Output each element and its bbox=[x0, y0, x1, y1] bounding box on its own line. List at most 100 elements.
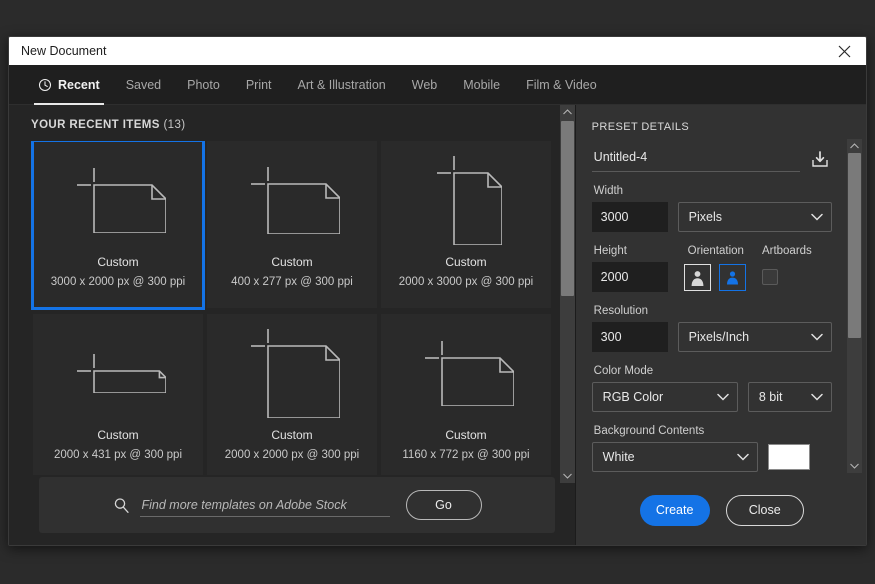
chevron-down-icon bbox=[810, 393, 823, 401]
tab-label: Web bbox=[411, 77, 438, 92]
stock-search-input[interactable] bbox=[139, 493, 390, 517]
background-contents-select[interactable]: White bbox=[591, 442, 758, 472]
tab-print[interactable]: Print bbox=[233, 65, 285, 105]
bit-depth-value: 8 bit bbox=[758, 390, 783, 404]
recent-items-grid: Custom 3000 x 2000 px @ 300 ppi Custom 400 … bbox=[9, 141, 554, 475]
height-orientation-labels-row: Height Orientation Artboards bbox=[592, 232, 832, 262]
background-contents-label: Background Contents bbox=[593, 425, 705, 437]
scroll-thumb[interactable] bbox=[561, 121, 574, 296]
resolution-input[interactable] bbox=[591, 322, 668, 352]
recent-item-thumbnail bbox=[381, 314, 551, 426]
color-mode-select[interactable]: RGB Color bbox=[591, 382, 738, 412]
chevron-down-icon bbox=[810, 213, 823, 221]
tab-label: Film & Video bbox=[526, 77, 597, 92]
tab-label: Print bbox=[245, 77, 272, 92]
window-title: New Document bbox=[21, 44, 107, 58]
height-input[interactable] bbox=[591, 262, 668, 292]
scroll-thumb[interactable] bbox=[848, 153, 861, 338]
recent-item-thumbnail bbox=[33, 314, 203, 426]
width-unit-select[interactable]: Pixels bbox=[677, 202, 832, 232]
artboards-label: Artboards bbox=[761, 245, 812, 257]
category-tab-bar: Recent Saved Photo Print Art & Illustrat… bbox=[9, 65, 866, 105]
tab-mobile[interactable]: Mobile bbox=[450, 65, 513, 105]
scroll-up-icon[interactable] bbox=[560, 105, 575, 119]
recent-item-dimensions: 3000 x 2000 px @ 300 ppi bbox=[50, 276, 186, 288]
resolution-row: Pixels/Inch bbox=[591, 322, 832, 352]
recent-item-name: Custom bbox=[445, 428, 487, 442]
stock-search-go-button[interactable]: Go bbox=[405, 490, 482, 520]
resolution-unit-value: Pixels/Inch bbox=[688, 330, 750, 344]
tab-saved[interactable]: Saved bbox=[113, 65, 174, 105]
recent-item-card[interactable]: Custom 3000 x 2000 px @ 300 ppi bbox=[31, 141, 205, 310]
recent-item-name: Custom bbox=[97, 255, 139, 269]
recent-item-card[interactable]: Custom 2000 x 2000 px @ 300 ppi bbox=[207, 314, 377, 475]
recent-item-dimensions: 1160 x 772 px @ 300 ppi bbox=[402, 449, 530, 461]
width-row: Pixels bbox=[591, 202, 832, 232]
artboards-checkbox[interactable] bbox=[761, 269, 778, 285]
orientation-buttons bbox=[683, 263, 746, 291]
width-input[interactable] bbox=[591, 202, 668, 232]
color-mode-label: Color Mode bbox=[593, 365, 654, 377]
height-orientation-row bbox=[591, 262, 832, 292]
tab-photo[interactable]: Photo bbox=[174, 65, 233, 105]
chevron-down-icon bbox=[736, 453, 749, 461]
new-document-dialog: New Document Recent Saved Photo Print Ar… bbox=[8, 36, 867, 546]
tab-web[interactable]: Web bbox=[399, 65, 450, 105]
resolution-label: Resolution bbox=[593, 305, 649, 317]
recent-item-card[interactable]: Custom 400 x 277 px @ 300 ppi bbox=[207, 141, 377, 308]
close-icon[interactable] bbox=[822, 37, 866, 65]
background-color-swatch[interactable] bbox=[767, 444, 810, 470]
recent-item-thumbnail bbox=[207, 314, 377, 426]
scroll-track[interactable] bbox=[847, 153, 862, 459]
close-dialog-button[interactable]: Close bbox=[725, 494, 804, 526]
tab-label: Photo bbox=[187, 77, 220, 92]
recent-items-scrollbar[interactable] bbox=[560, 105, 575, 483]
save-preset-icon[interactable] bbox=[808, 147, 832, 171]
recent-item-name: Custom bbox=[97, 428, 139, 442]
preset-details-pane: PRESET DETAILS Width Pi bbox=[574, 105, 866, 545]
resolution-unit-select[interactable]: Pixels/Inch bbox=[677, 322, 832, 352]
tab-label: Recent bbox=[58, 77, 100, 92]
background-contents-value: White bbox=[602, 450, 635, 464]
document-preset-icon bbox=[77, 354, 166, 393]
document-preset-icon bbox=[437, 156, 502, 245]
height-label: Height bbox=[593, 245, 627, 257]
portrait-orientation-icon[interactable] bbox=[683, 263, 711, 291]
recent-item-dimensions: 2000 x 3000 px @ 300 ppi bbox=[398, 276, 534, 288]
scroll-up-icon[interactable] bbox=[847, 139, 862, 153]
recent-item-thumbnail bbox=[207, 141, 377, 253]
document-preset-icon bbox=[251, 167, 340, 234]
width-label: Width bbox=[593, 185, 624, 197]
search-icon bbox=[114, 497, 129, 513]
title-bar: New Document bbox=[9, 37, 866, 65]
landscape-orientation-icon[interactable] bbox=[718, 263, 746, 291]
scroll-down-icon[interactable] bbox=[847, 459, 862, 473]
scroll-down-icon[interactable] bbox=[560, 469, 575, 483]
recent-item-card[interactable]: Custom 1160 x 772 px @ 300 ppi bbox=[381, 314, 551, 475]
recent-item-dimensions: 2000 x 2000 px @ 300 ppi bbox=[224, 449, 360, 461]
recent-item-name: Custom bbox=[445, 255, 487, 269]
recent-item-card[interactable]: Custom 2000 x 431 px @ 300 ppi bbox=[33, 314, 203, 475]
chevron-down-icon bbox=[810, 333, 823, 341]
recent-item-dimensions: 400 x 277 px @ 300 ppi bbox=[231, 276, 353, 288]
recent-item-card[interactable]: Custom 2000 x 3000 px @ 300 ppi bbox=[381, 141, 551, 308]
recent-item-name: Custom bbox=[271, 255, 313, 269]
tab-recent[interactable]: Recent bbox=[25, 65, 113, 105]
scroll-track[interactable] bbox=[560, 119, 575, 469]
color-mode-row: RGB Color 8 bit bbox=[591, 382, 832, 412]
create-button[interactable]: Create bbox=[639, 494, 710, 526]
recent-item-thumbnail bbox=[381, 141, 551, 253]
document-preset-icon bbox=[251, 329, 340, 418]
recent-item-thumbnail bbox=[33, 141, 203, 253]
recent-item-dimensions: 2000 x 431 px @ 300 ppi bbox=[53, 449, 183, 461]
tab-art-and-illustration[interactable]: Art & Illustration bbox=[285, 65, 399, 105]
tab-film-and-video[interactable]: Film & Video bbox=[513, 65, 610, 105]
recent-items-header: YOUR RECENT ITEMS (13) bbox=[9, 105, 575, 139]
preset-details-scrollbar[interactable] bbox=[847, 139, 862, 473]
orientation-label: Orientation bbox=[687, 245, 744, 257]
document-preset-icon bbox=[425, 341, 514, 406]
bit-depth-select[interactable]: 8 bit bbox=[747, 382, 832, 412]
preset-name-input[interactable] bbox=[591, 145, 800, 172]
recent-items-title: YOUR RECENT ITEMS bbox=[31, 119, 160, 131]
recent-items-pane: YOUR RECENT ITEMS (13) Custom 3000 x 2000… bbox=[9, 105, 575, 545]
